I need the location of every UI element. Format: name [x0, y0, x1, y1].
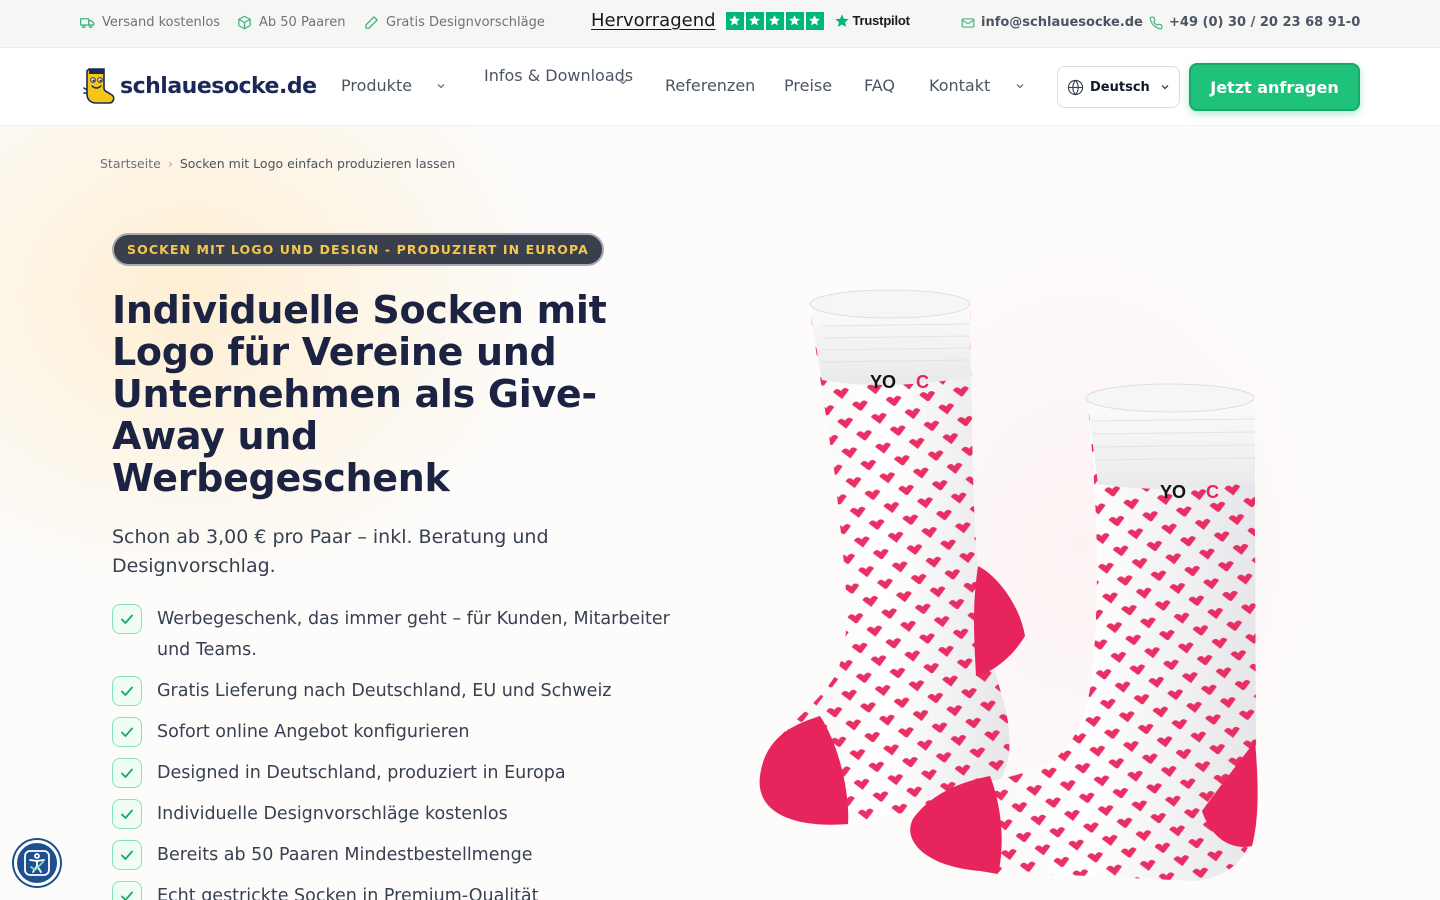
feature-text: Werbegeschenk, das immer geht – für Kund… [157, 609, 670, 660]
trustpilot-widget[interactable]: Hervorragend Trustpilot [591, 10, 910, 31]
chevron-down-icon [1016, 84, 1024, 89]
trustpilot-stars [725, 11, 824, 30]
nav-referenzen[interactable]: Referenzen [665, 76, 755, 95]
language-label: Deutsch [1090, 79, 1150, 95]
box-icon [238, 15, 251, 30]
truck-icon [80, 18, 95, 29]
chevron-down-icon [437, 84, 445, 89]
check-icon [112, 840, 142, 870]
nav-preise[interactable]: Preise [784, 76, 832, 95]
sock-mascot-icon [83, 68, 115, 104]
chevron-down-icon [1161, 85, 1169, 90]
nav-label: Preise [784, 76, 833, 95]
list-item: Werbegeschenk, das immer geht – für Kund… [112, 604, 672, 666]
nav-kontakt[interactable]: Kontakt [929, 76, 1024, 95]
usp-shipping: Versand kostenlos [80, 15, 220, 30]
email-text[interactable]: info@schlauesocke.de [981, 15, 1143, 30]
mail-icon [961, 17, 975, 28]
svg-text:YO: YO [870, 372, 896, 392]
list-item: Bereits ab 50 Paaren Mindestbestellmenge [112, 840, 672, 871]
left-sock: YO C [759, 289, 1025, 825]
list-item: Individuelle Designvorschläge kostenlos [112, 799, 672, 830]
feature-text: Echt gestrickte Socken in Premium-Qualit… [157, 886, 539, 900]
check-icon [112, 799, 142, 829]
breadcrumb-separator: › [167, 156, 173, 171]
nav-produkte[interactable]: Produkte [341, 76, 445, 95]
nav-label: Produkte [341, 76, 413, 95]
check-icon [112, 717, 142, 747]
trustpilot-star-icon [834, 13, 849, 27]
feature-text: Gratis Lieferung nach Deutschland, EU un… [157, 681, 612, 701]
nav-label: FAQ [864, 76, 895, 95]
feature-list: Werbegeschenk, das immer geht – für Kund… [112, 604, 672, 900]
feature-text: Sofort online Angebot konfigurieren [157, 722, 470, 742]
breadcrumb-current: Socken mit Logo einfach produzieren lass… [179, 156, 456, 171]
phone-link[interactable]: +49 (0) 30 / 20 23 68 91-0 [1149, 15, 1360, 30]
main-header: schlauesocke.de Produkte Infos & Downloa… [0, 48, 1440, 126]
usp-label: Gratis Designvorschläge [386, 15, 545, 30]
usp-min-order: Ab 50 Paaren [237, 15, 345, 30]
star-icon [725, 11, 744, 30]
pencil-icon [365, 16, 378, 29]
site-logo[interactable]: schlauesocke.de [80, 66, 317, 106]
socks-product-image: YO C YO C [759, 289, 1258, 881]
nav-label: Infos & Downloads [484, 66, 634, 85]
email-link[interactable]: info@schlauesocke.de [961, 15, 1143, 30]
star-icon [765, 11, 784, 30]
language-selector[interactable]: Deutsch [1057, 66, 1180, 108]
phone-text[interactable]: +49 (0) 30 / 20 23 68 91-0 [1169, 15, 1360, 30]
hero-section: Startseite › Socken mit Logo einfach pro… [0, 126, 1440, 900]
logo-text: schlauesocke.de [120, 73, 317, 99]
nav-label: Kontakt [929, 76, 991, 95]
list-item: Echt gestrickte Socken in Premium-Qualit… [112, 881, 672, 900]
hero-subtitle: Schon ab 3,00 € pro Paar – inkl. Beratun… [112, 526, 549, 577]
accessibility-icon [24, 850, 50, 876]
globe-icon [1067, 79, 1084, 95]
usp-label: Ab 50 Paaren [259, 15, 346, 30]
page-title: Individuelle Socken mit Logo für Vereine… [112, 288, 607, 500]
accessibility-button[interactable] [14, 840, 60, 886]
trustpilot-brand: Trustpilot [852, 13, 910, 28]
top-bar: Versand kostenlos Ab 50 Paaren Gratis De… [0, 0, 1440, 48]
check-icon [112, 676, 142, 706]
check-icon [112, 758, 142, 788]
nav-infos-downloads[interactable]: Infos & Downloads [484, 65, 633, 86]
trustpilot-rating-label[interactable]: Hervorragend [591, 10, 716, 31]
star-icon [785, 11, 804, 30]
feature-text: Bereits ab 50 Paaren Mindestbestellmenge [157, 845, 533, 865]
trustpilot-logo: Trustpilot [834, 13, 910, 29]
star-icon [745, 11, 764, 30]
list-item: Designed in Deutschland, produziert in E… [112, 758, 672, 789]
usp-label: Versand kostenlos [102, 15, 221, 30]
breadcrumb-home[interactable]: Startseite [100, 156, 161, 171]
check-icon [112, 604, 142, 634]
hero-badge: SOCKEN MIT LOGO UND DESIGN - PRODUZIERT … [112, 233, 604, 266]
star-icon [805, 11, 824, 30]
phone-icon [1149, 16, 1163, 29]
svg-text:C: C [1206, 482, 1219, 502]
list-item: Gratis Lieferung nach Deutschland, EU un… [112, 676, 672, 707]
svg-text:C: C [916, 372, 929, 392]
list-item: Sofort online Angebot konfigurieren [112, 717, 672, 748]
nav-faq[interactable]: FAQ [864, 76, 895, 95]
request-quote-button[interactable]: Jetzt anfragen [1189, 63, 1360, 111]
chevron-down-icon [619, 80, 627, 85]
feature-text: Designed in Deutschland, produziert in E… [157, 763, 566, 783]
usp-design: Gratis Designvorschläge [364, 15, 545, 30]
nav-label: Referenzen [665, 76, 756, 95]
check-icon [112, 881, 142, 900]
svg-text:YO: YO [1160, 482, 1186, 502]
feature-text: Individuelle Designvorschläge kostenlos [157, 804, 508, 824]
breadcrumb: Startseite › Socken mit Logo einfach pro… [100, 156, 455, 171]
